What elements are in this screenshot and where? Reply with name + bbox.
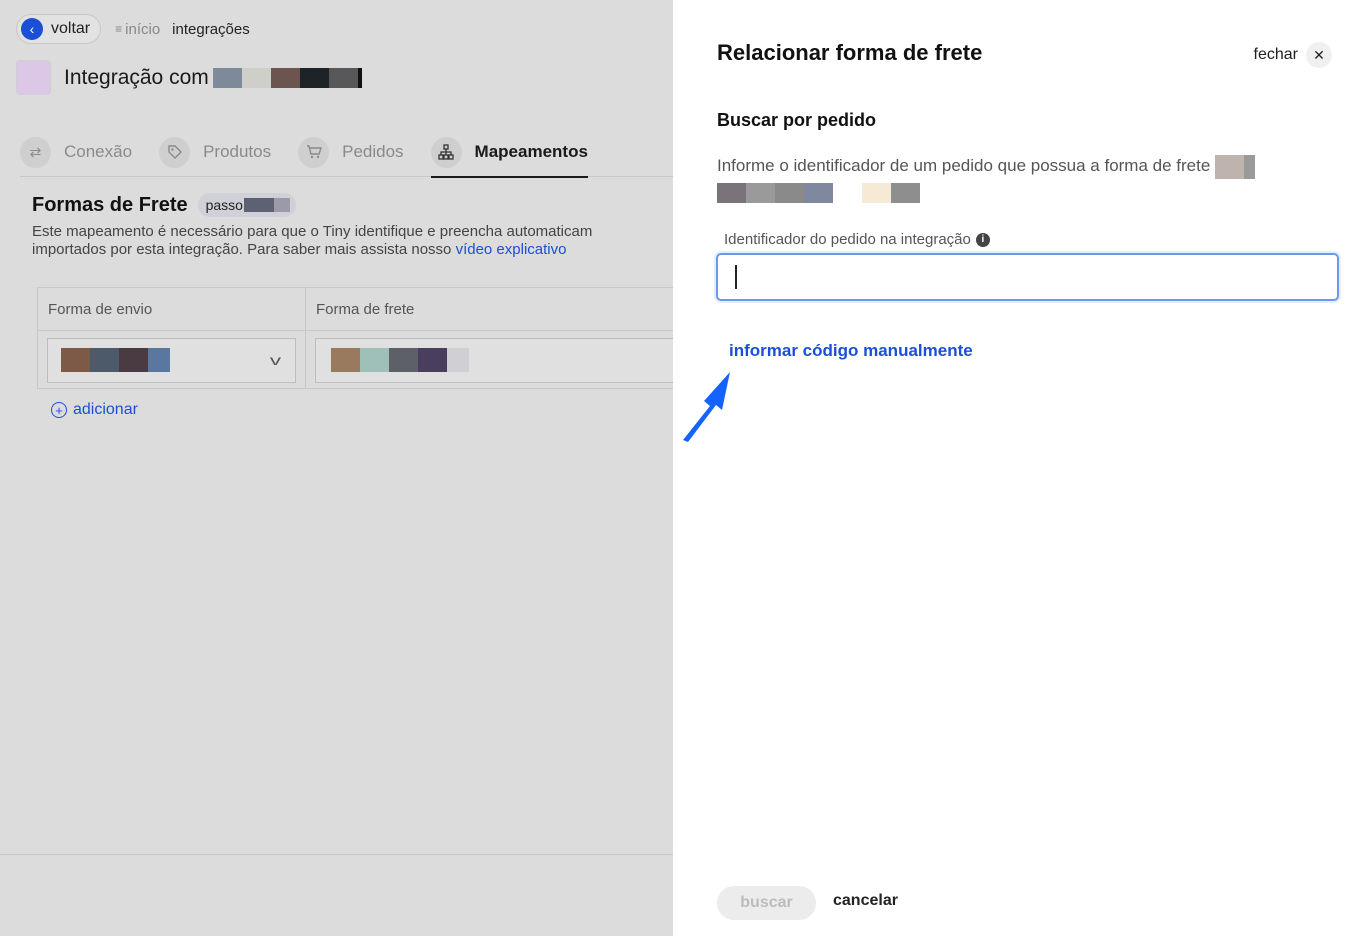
back-button[interactable]: ‹ voltar	[16, 14, 102, 44]
integration-header: Integração com	[16, 60, 362, 95]
mapping-table: Forma de envio Forma de frete v	[37, 287, 673, 389]
order-id-input[interactable]	[716, 253, 1339, 301]
search-button[interactable]: buscar	[717, 886, 816, 920]
tab-produtos[interactable]: Produtos	[159, 127, 271, 177]
add-mapping-button[interactable]: + adicionar	[51, 401, 138, 419]
field-label-text: Identificador do pedido na integração	[724, 231, 971, 248]
chevron-down-icon: v	[269, 351, 282, 368]
tag-icon	[159, 136, 191, 168]
annotation-arrow-icon	[683, 372, 730, 442]
text-caret	[735, 265, 737, 289]
info-text: Informe o identificador de um pedido que…	[717, 153, 1337, 205]
close-button[interactable]: fechar ✕	[1254, 42, 1332, 68]
topbar: ‹ voltar ≡ início integrações	[16, 14, 250, 44]
info-text-content: Informe o identificador de um pedido que…	[717, 156, 1211, 175]
divider	[0, 854, 673, 855]
list-icon: ≡	[115, 22, 123, 36]
swap-icon: ⇄	[20, 136, 51, 168]
cancel-button[interactable]: cancelar	[833, 892, 898, 910]
breadcrumb-current[interactable]: integrações	[172, 21, 250, 38]
cell-frete	[306, 331, 673, 389]
breadcrumb: ≡ início integrações	[115, 21, 250, 38]
table-row: v	[38, 331, 673, 389]
manual-code-link[interactable]: informar código manualmente	[729, 341, 973, 361]
header-forma-envio: Forma de envio	[38, 288, 306, 330]
relate-shipping-drawer: Relacionar forma de frete fechar ✕ Busca…	[673, 0, 1365, 936]
tab-label: Conexão	[64, 142, 133, 161]
forma-frete-select[interactable]	[315, 337, 673, 383]
step-badge: passo	[197, 193, 296, 217]
page-title: Integração com	[64, 65, 209, 89]
table-header: Forma de envio Forma de frete	[38, 288, 673, 331]
info-icon[interactable]: i	[975, 232, 990, 247]
redacted-shipping-name	[1215, 154, 1256, 179]
step-label: passo	[205, 197, 243, 213]
redacted-step	[243, 198, 290, 212]
section-description: Este mapeamento é necessário para que o …	[32, 223, 673, 259]
forma-envio-select[interactable]: v	[47, 337, 296, 383]
close-label: fechar	[1253, 46, 1298, 63]
background-page: ‹ voltar ≡ início integrações Integração…	[0, 0, 673, 936]
chevron-left-icon: ‹	[21, 18, 43, 40]
redacted-value	[331, 348, 469, 372]
redacted-integration-name	[212, 67, 362, 88]
close-icon[interactable]: ✕	[1306, 42, 1332, 68]
section-title: Formas de Frete	[32, 193, 188, 216]
back-label: voltar	[51, 20, 91, 37]
tab-bar: ⇄ Conexão Produtos Pedidos Mapeamentos	[20, 127, 673, 178]
plus-circle-icon: +	[51, 402, 67, 418]
order-id-label: Identificador do pedido na integração i	[724, 231, 990, 248]
add-label: adicionar	[73, 401, 138, 418]
tab-pedidos[interactable]: Pedidos	[298, 127, 404, 177]
description-text: importados por esta integração. Para sab…	[32, 241, 452, 258]
tab-label: Mapeamentos	[474, 142, 588, 161]
tab-label: Produtos	[203, 142, 272, 161]
cart-icon	[298, 136, 330, 168]
tab-conexao[interactable]: ⇄ Conexão	[20, 127, 132, 177]
drawer-title: Relacionar forma de frete	[717, 40, 983, 65]
drawer-subtitle: Buscar por pedido	[717, 110, 877, 130]
section-header: Formas de Frete passo	[32, 193, 296, 217]
redacted-shipping-name-2	[717, 182, 920, 203]
breadcrumb-home[interactable]: início	[125, 21, 160, 38]
integration-avatar	[16, 60, 51, 95]
sitemap-icon	[430, 136, 462, 168]
tab-mapeamentos[interactable]: Mapeamentos	[430, 127, 589, 178]
video-link[interactable]: vídeo explicativo	[456, 241, 567, 258]
tab-label: Pedidos	[342, 142, 404, 161]
header-forma-frete: Forma de frete	[316, 300, 415, 318]
description-line-1: Este mapeamento é necessário para que o …	[32, 223, 593, 240]
description-line-2: importados por esta integração. Para sab…	[32, 241, 673, 259]
cell-envio: v	[38, 331, 306, 389]
redacted-value	[61, 348, 170, 372]
